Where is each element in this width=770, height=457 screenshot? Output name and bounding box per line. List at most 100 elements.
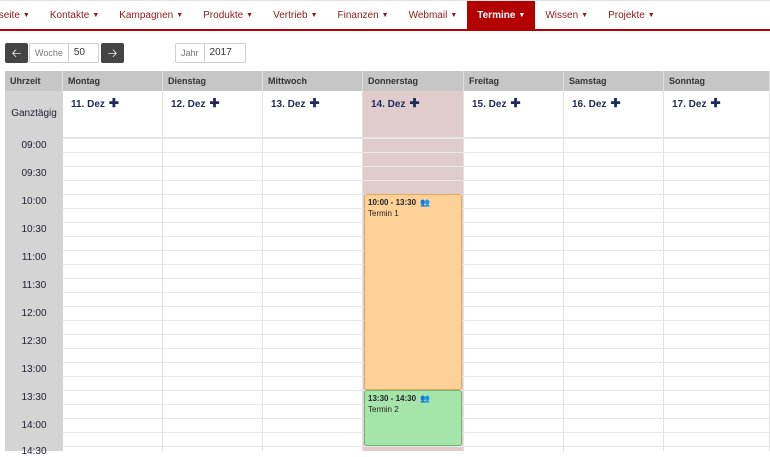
slot-divider: [464, 390, 563, 391]
allday-cell[interactable]: 14. Dez ✚: [363, 91, 463, 138]
time-label: 10:00: [21, 196, 47, 207]
caret-down-icon: ▼: [22, 12, 30, 19]
slot-divider: [163, 250, 262, 251]
slot-divider: [564, 362, 663, 363]
day-header-thursday: Donnerstag: [363, 71, 464, 91]
slot-divider: [464, 292, 563, 293]
slot-divider: [664, 362, 769, 363]
slot-divider: [163, 208, 262, 209]
day-date-label: 16. Dez ✚: [572, 96, 621, 110]
day-column-wednesday[interactable]: 13. Dez ✚: [263, 91, 363, 451]
slot-divider: [163, 334, 262, 335]
time-label: 11:00: [21, 252, 47, 263]
day-column-monday[interactable]: 11. Dez ✚: [63, 91, 163, 451]
slot-divider: [163, 376, 262, 377]
slot-divider: [163, 264, 262, 265]
slot-divider: [163, 306, 262, 307]
day-column-tuesday[interactable]: 12. Dez ✚: [163, 91, 263, 451]
day-column-friday[interactable]: 15. Dez ✚: [464, 91, 564, 451]
slot-divider: [63, 446, 162, 447]
allday-cell[interactable]: 11. Dez ✚: [63, 91, 162, 138]
allday-cell[interactable]: 13. Dez ✚: [263, 91, 362, 138]
slot-divider: [263, 362, 362, 363]
add-event-icon[interactable]: ✚: [209, 97, 219, 109]
slot-divider: [664, 208, 769, 209]
slot-divider: [464, 166, 563, 167]
slot-divider: [564, 166, 663, 167]
slot-divider: [63, 292, 162, 293]
calendar-header-row: Uhrzeit Montag Dienstag Mittwoch Donners…: [5, 71, 770, 91]
event-title: Termin 2: [368, 405, 399, 414]
slot-divider: [664, 306, 769, 307]
nav-item-finanzen[interactable]: Finanzen ▼: [328, 1, 399, 30]
slot-divider: [664, 432, 769, 433]
slot-divider: [163, 166, 262, 167]
allday-cell[interactable]: 16. Dez ✚: [564, 91, 663, 138]
slot-divider: [63, 152, 162, 153]
nav-item-produkte[interactable]: Produkte ▼: [193, 1, 263, 30]
add-event-icon[interactable]: ✚: [309, 97, 319, 109]
slot-divider: [664, 236, 769, 237]
nav-item-termine[interactable]: Termine ▼: [467, 1, 536, 30]
nav-item-startseite[interactable]: tseite▼: [0, 1, 40, 30]
caret-down-icon: ▼: [92, 12, 100, 19]
day-date-label: 15. Dez ✚: [472, 96, 521, 110]
allday-label: Ganztägig: [11, 108, 57, 119]
slot-divider: [664, 152, 769, 153]
slot-divider: [564, 180, 663, 181]
add-event-icon[interactable]: ✚: [610, 97, 620, 109]
top-navigation: tseite▼ Kontakte▼ Kampagnen▼ Produkte▼ V…: [0, 0, 770, 31]
nav-item-projekte[interactable]: Projekte ▼: [598, 1, 665, 30]
add-event-icon[interactable]: ✚: [510, 97, 520, 109]
nav-item-vertrieb[interactable]: Vertrieb ▼: [263, 1, 327, 30]
add-event-icon[interactable]: ✚: [409, 97, 419, 109]
slot-divider: [163, 404, 262, 405]
caret-down-icon: ▼: [246, 12, 254, 19]
allday-cell[interactable]: 17. Dez ✚: [664, 91, 769, 138]
year-input[interactable]: 2017: [205, 44, 237, 62]
nav-item-webmail[interactable]: Webmail ▼: [399, 1, 468, 30]
next-week-button[interactable]: 🡢: [101, 43, 124, 63]
slot-divider: [63, 334, 162, 335]
previous-week-button[interactable]: 🡠: [5, 43, 28, 63]
slot-divider: [564, 320, 663, 321]
slot-divider: [464, 446, 563, 447]
slot-divider: [263, 348, 362, 349]
day-column-saturday[interactable]: 16. Dez ✚: [564, 91, 664, 451]
week-input[interactable]: 50: [69, 44, 90, 62]
slot-divider: [464, 152, 563, 153]
slot-divider: [263, 180, 362, 181]
slot-divider: [63, 166, 162, 167]
slot-divider: [263, 166, 362, 167]
day-header-tuesday: Dienstag: [163, 71, 263, 91]
slot-divider: [163, 138, 262, 139]
caret-down-icon: ▼: [176, 12, 184, 19]
slot-divider: [163, 222, 262, 223]
nav-item-wissen[interactable]: Wissen ▼: [535, 1, 598, 30]
allday-cell[interactable]: 12. Dez ✚: [163, 91, 262, 138]
day-column-thursday[interactable]: 14. Dez ✚ 10:00 - 13:30 👥 Termin 1 13:30 -…: [363, 91, 464, 451]
slot-divider: [263, 334, 362, 335]
day-column-sunday[interactable]: 17. Dez ✚: [664, 91, 770, 451]
add-event-icon[interactable]: ✚: [109, 97, 119, 109]
event-termin-2[interactable]: 13:30 - 14:30 👥 Termin 2: [364, 390, 462, 446]
slot-divider: [664, 250, 769, 251]
nav-item-kontakte[interactable]: Kontakte ▼: [40, 1, 109, 30]
slot-divider: [363, 446, 463, 447]
time-column: Ganztägig 09:00 09:30 10:00 10:30 11:00 …: [5, 91, 63, 457]
nav-item-kampagnen[interactable]: Kampagnen ▼: [109, 1, 193, 30]
time-label: 10:30: [21, 224, 47, 235]
time-label: 09:00: [21, 140, 47, 151]
allday-cell[interactable]: 15. Dez ✚: [464, 91, 563, 138]
add-event-icon[interactable]: ✚: [710, 97, 720, 109]
arrow-left-icon: 🡠: [11, 46, 22, 60]
year-label: Jahr: [176, 44, 205, 62]
slot-divider: [664, 348, 769, 349]
slot-divider: [664, 404, 769, 405]
time-label: 14:00: [21, 420, 47, 431]
slot-divider: [664, 418, 769, 419]
event-termin-1[interactable]: 10:00 - 13:30 👥 Termin 1: [364, 194, 462, 390]
slot-divider: [263, 418, 362, 419]
slot-divider: [564, 404, 663, 405]
caret-down-icon: ▼: [310, 12, 318, 19]
